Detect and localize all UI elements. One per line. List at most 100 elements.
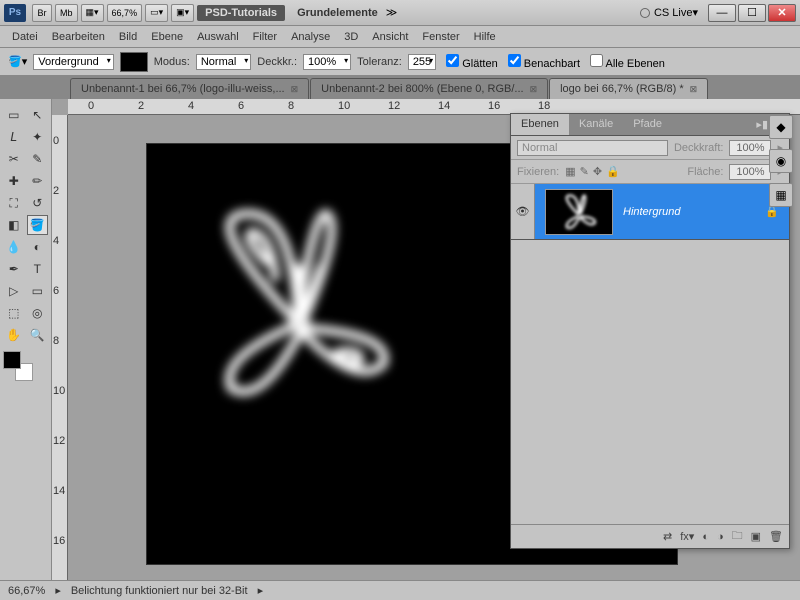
layer-row[interactable]: 👁 Hintergrund 🔒 (511, 184, 789, 240)
close-icon[interactable]: ⊠ (291, 84, 299, 95)
eyedropper-tool[interactable]: ✎ (27, 149, 49, 169)
lock-position-icon[interactable]: ✥ (593, 165, 602, 178)
menu-3d[interactable]: 3D (344, 31, 358, 43)
status-arrow-icon[interactable]: ▸ (258, 584, 264, 597)
menu-analyse[interactable]: Analyse (291, 31, 330, 43)
shape-tool[interactable]: ▭ (27, 281, 49, 301)
options-bar: 🪣▾ Vordergrund Modus: Normal Deckkr.: 10… (0, 48, 800, 76)
status-arrow-icon[interactable]: ▸ (55, 584, 61, 597)
tab-ebenen[interactable]: Ebenen (511, 114, 569, 135)
swatches-panel-icon[interactable]: ◉ (769, 149, 793, 173)
delete-icon[interactable]: 🗑 (769, 530, 783, 543)
doc-tab-3[interactable]: logo bei 66,7% (RGB/8) *⊠ (549, 78, 708, 99)
link-icon[interactable]: ⇄ (663, 530, 672, 543)
contiguous-check[interactable]: Benachbart (504, 54, 580, 70)
lock-all-icon[interactable]: 🔒 (606, 165, 620, 178)
zoom-level[interactable]: 66,7% (107, 4, 143, 22)
camera-tool[interactable]: ◎ (27, 303, 49, 323)
color-panel-icon[interactable]: ◆ (769, 115, 793, 139)
styles-panel-icon[interactable]: ▦ (769, 183, 793, 207)
hand-tool[interactable]: ✋ (3, 325, 25, 345)
eraser-tool[interactable]: ◧ (3, 215, 25, 235)
workspace-name[interactable]: Grundelemente (297, 7, 378, 19)
menu-filter[interactable]: Filter (253, 31, 277, 43)
menu-ansicht[interactable]: Ansicht (372, 31, 408, 43)
bucket-icon[interactable]: 🪣▾ (8, 55, 27, 68)
menu-ebene[interactable]: Ebene (151, 31, 183, 43)
crop-tool[interactable]: ✂ (3, 149, 25, 169)
workspace-pill[interactable]: PSD-Tutorials (197, 5, 285, 21)
pattern-swatch[interactable] (120, 52, 148, 72)
lasso-tool[interactable]: 𝘓 (3, 127, 25, 147)
layers-panel[interactable]: Ebenen Kanäle Pfade ▸▮ ▾≡ Normal Deckkra… (510, 113, 790, 549)
brush-tool[interactable]: ✏ (27, 171, 49, 191)
bucket-tool[interactable]: 🪣 (27, 215, 49, 235)
layers-list: 👁 Hintergrund 🔒 (511, 184, 789, 524)
mask-icon[interactable]: ◐ (702, 531, 709, 543)
fill-source[interactable]: Vordergrund (33, 54, 114, 70)
menubar: Datei Bearbeiten Bild Ebene Auswahl Filt… (0, 26, 800, 48)
zoom-tool[interactable]: 🔍 (27, 325, 49, 345)
modus-label: Modus: (154, 56, 190, 68)
folder-icon[interactable]: 🗀 (732, 527, 743, 546)
menu-hilfe[interactable]: Hilfe (474, 31, 496, 43)
blur-tool[interactable]: 💧 (3, 237, 25, 257)
layer-blend-mode[interactable]: Normal (517, 140, 668, 156)
document-tabs: Unbenannt-1 bei 66,7% (logo-illu-weiss,.… (0, 76, 800, 99)
close-button[interactable]: ✕ (768, 4, 796, 22)
app-logo: Ps (4, 4, 26, 22)
ruler-vertical[interactable]: 0246810121416 (52, 115, 68, 580)
cslive-button[interactable]: CS Live ▾ (640, 6, 698, 19)
menu-bild[interactable]: Bild (119, 31, 137, 43)
view-extras-button[interactable]: ▦▾ (81, 4, 104, 22)
toolbox: ▭↖ 𝘓✦ ✂✎ ✚✏ ⛶↺ ◧🪣 💧◐ ✒T ▷▭ ⬚◎ ✋🔍 (0, 99, 52, 580)
stamp-tool[interactable]: ⛶ (3, 193, 25, 213)
type-tool[interactable]: T (27, 259, 49, 279)
blend-mode[interactable]: Normal (196, 54, 251, 70)
bridge-button[interactable]: Br (32, 4, 52, 22)
menu-bearbeiten[interactable]: Bearbeiten (52, 31, 105, 43)
opacity-value[interactable]: 100% (303, 54, 351, 70)
history-brush-tool[interactable]: ↺ (27, 193, 49, 213)
lock-transparency-icon[interactable]: ▦ (565, 165, 575, 178)
close-icon[interactable]: ⊠ (690, 84, 698, 95)
status-zoom[interactable]: 66,67% (8, 585, 45, 597)
antialias-check[interactable]: Glätten (442, 54, 498, 70)
menu-datei[interactable]: Datei (12, 31, 38, 43)
tab-pfade[interactable]: Pfade (623, 114, 672, 135)
panel-dock: ◆ ◉ ▦ (766, 115, 796, 207)
screen-mode-button[interactable]: ▣▾ (171, 4, 194, 22)
minimize-button[interactable]: — (708, 4, 736, 22)
layer-name[interactable]: Hintergrund (623, 206, 765, 218)
dodge-tool[interactable]: ◐ (27, 237, 49, 257)
more-icon[interactable]: ≫ (386, 6, 398, 19)
marquee-tool[interactable]: ↖ (27, 105, 49, 125)
path-select-tool[interactable]: ▷ (3, 281, 25, 301)
close-icon[interactable]: ⊠ (530, 84, 538, 95)
tolerance-value[interactable]: 255 (408, 54, 436, 70)
menu-fenster[interactable]: Fenster (422, 31, 459, 43)
lock-paint-icon[interactable]: ✎ (580, 165, 589, 178)
arrange-button[interactable]: ▭▾ (145, 4, 168, 22)
heal-tool[interactable]: ✚ (3, 171, 25, 191)
fill-label: Fläche: (687, 166, 723, 178)
menu-auswahl[interactable]: Auswahl (197, 31, 239, 43)
adjustment-icon[interactable]: ◑ (717, 531, 724, 543)
tab-kanaele[interactable]: Kanäle (569, 114, 623, 135)
wand-tool[interactable]: ✦ (27, 127, 49, 147)
layer-thumbnail[interactable] (545, 189, 613, 235)
statusbar: 66,67% ▸ Belichtung funktioniert nur bei… (0, 580, 800, 600)
maximize-button[interactable]: ☐ (738, 4, 766, 22)
color-swatches[interactable] (3, 351, 33, 381)
3d-tool[interactable]: ⬚ (3, 303, 25, 323)
move-tool[interactable]: ▭ (3, 105, 25, 125)
all-layers-check[interactable]: Alle Ebenen (586, 54, 665, 70)
opacity-label: Deckkraft: (674, 142, 724, 154)
doc-tab-1[interactable]: Unbenannt-1 bei 66,7% (logo-illu-weiss,.… (70, 78, 309, 99)
pen-tool[interactable]: ✒ (3, 259, 25, 279)
doc-tab-2[interactable]: Unbenannt-2 bei 800% (Ebene 0, RGB/...⊠ (310, 78, 548, 99)
visibility-icon[interactable]: 👁 (511, 184, 535, 239)
fx-icon[interactable]: fx▾ (680, 530, 694, 543)
new-layer-icon[interactable]: ▣ (751, 530, 761, 543)
minibridge-button[interactable]: Mb (55, 4, 78, 22)
